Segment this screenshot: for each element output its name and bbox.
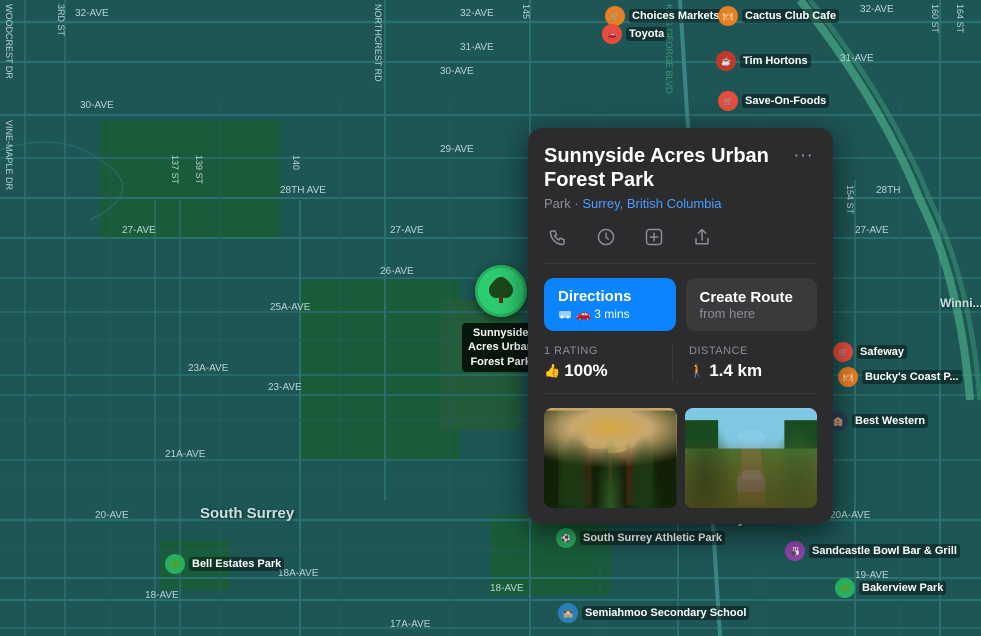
card-buttons: Directions 🚗 3 mins Create Route from he…	[544, 278, 817, 331]
create-route-button[interactable]: Create Route from here	[686, 278, 818, 331]
biz-label-toyota: Toyota	[626, 27, 667, 41]
card-photos[interactable]	[544, 408, 817, 508]
biz-label-bell-estates: Bell Estates Park	[189, 557, 284, 571]
biz-safeway[interactable]: 🛒 Safeway	[833, 342, 907, 362]
info-card: Sunnyside Acres Urban Forest Park ··· Pa…	[528, 128, 833, 524]
biz-label-ssap: South Surrey Athletic Park	[580, 531, 725, 545]
distance-label: DISTANCE	[689, 345, 817, 357]
biz-toyota[interactable]: 🚗 Toyota	[602, 24, 667, 44]
distance-block: DISTANCE 🚶 1.4 km	[672, 345, 817, 381]
phone-icon[interactable]	[544, 223, 572, 251]
card-actions	[544, 223, 817, 264]
create-route-sub: from here	[700, 306, 756, 321]
create-route-label: Create Route	[700, 289, 804, 306]
rating-value: 👍 100%	[544, 361, 672, 381]
biz-label-tim: Tim Hortons	[740, 54, 811, 68]
photo-1[interactable]	[544, 408, 677, 508]
biz-ssap[interactable]: ⚽ South Surrey Athletic Park	[556, 528, 725, 548]
directions-sub: 🚗 3 mins	[558, 307, 662, 321]
card-type: Park	[544, 196, 571, 211]
more-button[interactable]: ···	[789, 144, 817, 167]
card-subtitle: Park · Surrey, British Columbia	[544, 196, 817, 211]
rating-label: 1 RATING	[544, 345, 672, 357]
card-header: Sunnyside Acres Urban Forest Park ···	[544, 144, 817, 192]
photo-2[interactable]	[685, 408, 818, 508]
card-location[interactable]: Surrey, British Columbia	[582, 196, 721, 211]
biz-sandcastle[interactable]: 🎳 Sandcastle Bowl Bar & Grill	[785, 541, 960, 561]
directions-label: Directions	[558, 288, 662, 305]
biz-bell-estates[interactable]: 🌿 Bell Estates Park	[165, 554, 284, 574]
biz-best-western[interactable]: 🏨 Best Western	[828, 411, 928, 431]
biz-label-buckys: Bucky's Coast P...	[862, 370, 962, 384]
biz-label-safeway: Safeway	[857, 345, 907, 359]
map[interactable]: 32-AVE 32-AVE 32-AVE 31-AVE 31-AVE 30-AV…	[0, 0, 981, 636]
biz-bakerview[interactable]: 🌿 Bakerview Park	[835, 578, 946, 598]
biz-label-saveon: Save-On-Foods	[742, 94, 829, 108]
biz-save-on-foods[interactable]: 🛒 Save-On-Foods	[718, 91, 829, 111]
card-stats: 1 RATING 👍 100% DISTANCE 🚶 1.4 km	[544, 345, 817, 394]
biz-cactus-club[interactable]: 🍽 Cactus Club Cafe	[718, 6, 839, 26]
rating-block: 1 RATING 👍 100%	[544, 345, 672, 381]
marker-icon	[475, 265, 527, 317]
distance-value: 🚶 1.4 km	[689, 361, 817, 381]
biz-semiahmoo[interactable]: 🏫 Semiahmoo Secondary School	[558, 603, 749, 623]
biz-label-bakerview: Bakerview Park	[859, 581, 946, 595]
biz-label-semiahmoo: Semiahmoo Secondary School	[582, 606, 749, 620]
clock-icon[interactable]	[592, 223, 620, 251]
biz-label-sandcastle: Sandcastle Bowl Bar & Grill	[809, 544, 960, 558]
biz-label-cactus: Cactus Club Cafe	[742, 9, 839, 23]
biz-buckys[interactable]: 🍽 Bucky's Coast P...	[838, 367, 962, 387]
biz-choices-markets[interactable]: 🛒 Choices Markets	[605, 6, 722, 26]
biz-label-choices: Choices Markets	[629, 9, 722, 23]
biz-label-best-western: Best Western	[852, 414, 928, 428]
biz-tim-hortons[interactable]: ☕ Tim Hortons	[716, 51, 811, 71]
share-icon[interactable]	[688, 223, 716, 251]
directions-button[interactable]: Directions 🚗 3 mins	[544, 278, 676, 331]
card-title: Sunnyside Acres Urban Forest Park	[544, 144, 781, 192]
add-icon[interactable]	[640, 223, 668, 251]
